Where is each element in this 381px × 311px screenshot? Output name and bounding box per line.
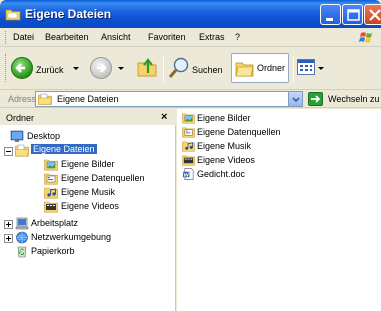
folder-icon (5, 9, 21, 21)
menu-grip[interactable] (5, 31, 7, 44)
views-icon (298, 60, 314, 71)
tree-label-selected: Eigene Dateien (31, 144, 97, 154)
forward-arrow-icon (90, 57, 112, 79)
chevron-down-icon (292, 97, 300, 103)
forward-button[interactable] (90, 55, 124, 83)
chevron-down-icon (73, 67, 79, 70)
folder-pane-close-icon[interactable]: × (161, 111, 167, 123)
address-dropdown-button[interactable] (288, 92, 302, 106)
recycle-bin-icon (17, 246, 27, 258)
my-videos-folder-icon (44, 201, 58, 213)
back-label: Zurück (36, 65, 64, 75)
maximize-icon (347, 9, 360, 21)
maximize-button[interactable] (342, 4, 363, 25)
folders-icon (235, 62, 254, 77)
tree-label: Eigene Musik (61, 187, 116, 197)
tree-label: Papierkorb (31, 246, 75, 256)
my-pictures-folder-icon (44, 159, 58, 171)
tree-label: Desktop (27, 131, 61, 141)
file-label: Eigene Videos (197, 155, 255, 165)
file-label: Eigene Bilder (197, 113, 251, 123)
file-list-pane: Eigene Bilder Eigene Datenquellen Eigene… (177, 109, 381, 311)
my-documents-icon (38, 93, 52, 105)
tree-label: Netzwerkumgebung (31, 232, 112, 242)
folders-button[interactable]: Ordner (231, 53, 289, 83)
tree-label: Arbeitsplatz (31, 218, 79, 228)
chevron-down-icon (118, 67, 124, 70)
go-label[interactable]: Wechseln zu (328, 94, 379, 104)
folder-pane-title: Ordner (6, 113, 35, 123)
my-music-folder-icon (182, 141, 195, 152)
title-bar[interactable]: Eigene Dateien (0, 0, 381, 28)
tree-label: Eigene Bilder (61, 159, 115, 169)
chevron-down-icon[interactable] (318, 67, 324, 70)
folders-label: Ordner (257, 63, 286, 73)
my-music-folder-icon (44, 187, 58, 199)
back-arrow-icon (11, 57, 33, 79)
toolbar-separator (163, 56, 164, 82)
tree-label: Eigene Datenquellen (61, 173, 145, 183)
up-folder-icon (137, 58, 157, 77)
close-icon (369, 9, 381, 21)
my-pictures-folder-icon (182, 113, 195, 124)
my-computer-icon (15, 217, 29, 230)
explorer-window: Eigene Dateien Datei Bearbeiten Ansicht … (0, 0, 381, 311)
menu-bar: Datei Bearbeiten Ansicht Favoriten Extra… (0, 28, 381, 47)
go-button[interactable] (308, 92, 323, 106)
go-arrow-icon (311, 95, 321, 103)
menu-ansicht[interactable]: Ansicht (101, 32, 131, 42)
standard-toolbar: Zurück Suchen Ordner (0, 48, 381, 90)
word-document-icon (182, 168, 194, 180)
folder-pane-header: Ordner × (0, 109, 176, 125)
my-documents-icon (15, 144, 29, 157)
my-videos-folder-icon (182, 155, 195, 166)
file-label: Eigene Musik (197, 141, 252, 151)
menu-bearbeiten[interactable]: Bearbeiten (45, 32, 89, 42)
address-value: Eigene Dateien (57, 94, 119, 104)
tree-label: Eigene Videos (61, 201, 119, 211)
file-label: Gedicht.doc (197, 169, 246, 179)
tree-expander-expand[interactable] (4, 234, 13, 243)
menu-extras[interactable]: Extras (199, 32, 225, 42)
back-button[interactable]: Zurück (11, 55, 79, 83)
views-button[interactable] (297, 59, 315, 75)
window-title: Eigene Dateien (25, 7, 112, 21)
address-bar: Adresse Eigene Dateien Wechseln zu (0, 90, 381, 108)
search-button[interactable]: Suchen (167, 55, 227, 83)
tree-expander-expand[interactable] (4, 220, 13, 229)
up-folder-button[interactable] (136, 55, 158, 83)
network-places-icon (16, 231, 28, 244)
windows-logo-icon (356, 29, 378, 46)
menu-help[interactable]: ? (235, 32, 240, 42)
toolbar-grip[interactable] (5, 54, 7, 82)
desktop-icon (10, 130, 24, 142)
data-sources-folder-icon (44, 173, 58, 185)
search-icon (168, 57, 189, 78)
minimize-icon (326, 18, 333, 21)
data-sources-folder-icon (182, 127, 195, 138)
menu-favoriten[interactable]: Favoriten (148, 32, 186, 42)
search-label: Suchen (192, 65, 223, 75)
toolbar-separator (293, 56, 294, 82)
address-field[interactable]: Eigene Dateien (35, 91, 303, 107)
minimize-button[interactable] (320, 4, 341, 25)
file-label: Eigene Datenquellen (197, 127, 281, 137)
folder-tree-pane: Ordner × Desktop Eigene Dateien Eigene B… (0, 109, 176, 311)
tree-expander-collapse[interactable] (4, 147, 13, 156)
close-button[interactable] (364, 4, 381, 25)
menu-datei[interactable]: Datei (13, 32, 34, 42)
